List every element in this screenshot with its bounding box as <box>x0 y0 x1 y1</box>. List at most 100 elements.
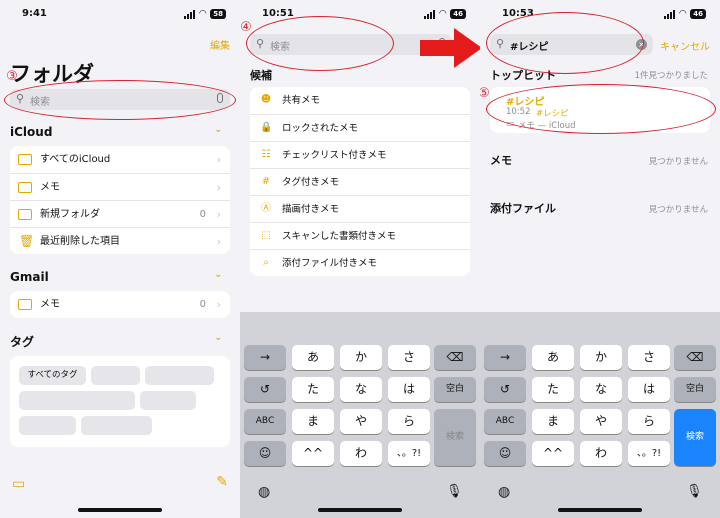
key[interactable]: わ <box>580 441 622 466</box>
icloud-section-header[interactable]: iCloud ⌄ <box>10 125 222 139</box>
folder-label: メモ <box>40 182 60 193</box>
tags-section-header[interactable]: タグ ⌄ <box>10 333 222 350</box>
key-abc[interactable]: ABC <box>244 409 286 434</box>
emoji-key[interactable]: ☺ <box>244 441 286 466</box>
key[interactable]: さ <box>388 345 430 370</box>
key[interactable]: は <box>388 377 430 402</box>
icloud-label: iCloud <box>10 125 53 139</box>
key[interactable]: や <box>340 409 382 434</box>
microphone-icon[interactable]: 🎙 <box>686 484 703 499</box>
suggestion-row[interactable]: ☷ チェックリスト付きメモ <box>250 141 470 168</box>
suggestion-row[interactable]: ⌕ 添付ファイル付きメモ <box>250 249 470 276</box>
key-arrow[interactable]: → <box>244 345 286 370</box>
key[interactable]: あ <box>532 345 574 370</box>
emoji-key[interactable]: ☺ <box>484 441 526 466</box>
annotation-ring <box>246 16 394 71</box>
key[interactable]: ら <box>388 409 430 434</box>
key-undo[interactable]: ↺ <box>244 377 286 402</box>
key[interactable]: ^^ <box>292 441 334 466</box>
folder-icon <box>18 299 32 310</box>
key[interactable]: 、。?! <box>628 441 670 466</box>
key[interactable]: か <box>580 345 622 370</box>
space-key[interactable]: 空白 <box>434 377 476 402</box>
trash-icon: 🗑 <box>19 234 35 248</box>
folder-row[interactable]: 新規フォルダ 0 › <box>10 200 230 227</box>
pen-icon: Ⓐ <box>261 203 271 214</box>
suggestion-row[interactable]: Ⓐ 描画付きメモ <box>250 195 470 222</box>
gmail-folder-list: メモ 0 › <box>10 291 230 318</box>
chevron-right-icon: › <box>216 298 221 311</box>
scan-icon: ⬚ <box>261 230 271 241</box>
folder-row[interactable]: メモ › <box>10 173 230 200</box>
folder-label: メモ <box>40 299 60 310</box>
tag-chip[interactable]: すべてのタグ <box>19 366 86 385</box>
keyboard: → あ か さ ⌫ ↺ た な は 空白 ABC ま や ら 検索 ☺ ^^ わ… <box>240 312 480 518</box>
folder-row[interactable]: メモ 0 › <box>10 291 230 318</box>
signal-icon <box>664 9 676 19</box>
globe-icon[interactable]: ◍ <box>258 484 270 500</box>
key[interactable]: ^^ <box>532 441 574 466</box>
attachments-heading: 添付ファイル <box>490 202 556 215</box>
tag-chip-placeholder <box>145 366 214 385</box>
key[interactable]: ら <box>628 409 670 434</box>
suggestion-label: スキャンした書類付きメモ <box>282 231 397 242</box>
suggestion-row[interactable]: 🔒 ロックされたメモ <box>250 114 470 141</box>
gmail-label: Gmail <box>10 270 49 284</box>
tag-chip-placeholder <box>19 391 135 410</box>
tag-chip-placeholder <box>81 416 152 435</box>
chevron-right-icon: › <box>216 181 221 194</box>
battery-icon: 46 <box>690 9 706 19</box>
search-key[interactable]: 検索 <box>434 409 476 466</box>
cancel-button[interactable]: キャンセル <box>660 38 710 53</box>
home-indicator <box>558 508 642 512</box>
annotation-ring <box>486 84 716 134</box>
key[interactable]: な <box>580 377 622 402</box>
folder-count: 0 <box>199 209 206 220</box>
key[interactable]: あ <box>292 345 334 370</box>
wifi-icon: ◠ <box>439 9 447 19</box>
key[interactable]: や <box>580 409 622 434</box>
space-key[interactable]: 空白 <box>674 377 716 402</box>
gmail-section-header[interactable]: Gmail ⌄ <box>10 270 222 284</box>
key[interactable]: ま <box>292 409 334 434</box>
suggestion-label: タグ付きメモ <box>282 177 340 188</box>
folder-row[interactable]: 🗑 最近削除した項目 › <box>10 227 230 254</box>
key[interactable]: ま <box>532 409 574 434</box>
lock-icon: 🔒 <box>260 122 273 133</box>
key[interactable]: わ <box>340 441 382 466</box>
backspace-icon[interactable]: ⌫ <box>674 345 716 370</box>
battery-icon: 46 <box>450 9 466 19</box>
folder-label: 最近削除した項目 <box>40 236 120 247</box>
wifi-icon: ◠ <box>199 9 207 19</box>
key[interactable]: な <box>340 377 382 402</box>
battery-icon: 58 <box>210 9 226 19</box>
new-folder-icon[interactable]: ▭ <box>12 476 25 492</box>
microphone-icon[interactable]: 🎙 <box>446 484 463 499</box>
key[interactable]: 、。?! <box>388 441 430 466</box>
key[interactable]: さ <box>628 345 670 370</box>
tags-panel: すべてのタグ <box>10 356 230 447</box>
tag-chip-placeholder <box>140 391 196 410</box>
suggestion-row[interactable]: ☻ 共有メモ <box>250 87 470 114</box>
key[interactable]: た <box>532 377 574 402</box>
edit-button[interactable]: 編集 <box>210 37 230 52</box>
annotation-ring <box>4 80 236 120</box>
compose-icon[interactable]: ✎ <box>216 474 228 490</box>
key[interactable]: は <box>628 377 670 402</box>
suggestion-row[interactable]: # タグ付きメモ <box>250 168 470 195</box>
globe-icon[interactable]: ◍ <box>498 484 510 500</box>
tag-chip-placeholder <box>91 366 140 385</box>
folder-row[interactable]: すべてのiCloud › <box>10 146 230 173</box>
key-abc[interactable]: ABC <box>484 409 526 434</box>
key[interactable]: か <box>340 345 382 370</box>
key[interactable]: た <box>292 377 334 402</box>
key-undo[interactable]: ↺ <box>484 377 526 402</box>
paperclip-icon: ⌕ <box>263 257 269 268</box>
suggestion-row[interactable]: ⬚ スキャンした書類付きメモ <box>250 222 470 249</box>
key-arrow[interactable]: → <box>484 345 526 370</box>
folder-label: 新規フォルダ <box>40 209 100 220</box>
share-icon: ☻ <box>260 94 272 105</box>
suggestions-heading: 候補 <box>250 69 272 82</box>
backspace-icon[interactable]: ⌫ <box>434 345 476 370</box>
search-key[interactable]: 検索 <box>674 409 716 466</box>
